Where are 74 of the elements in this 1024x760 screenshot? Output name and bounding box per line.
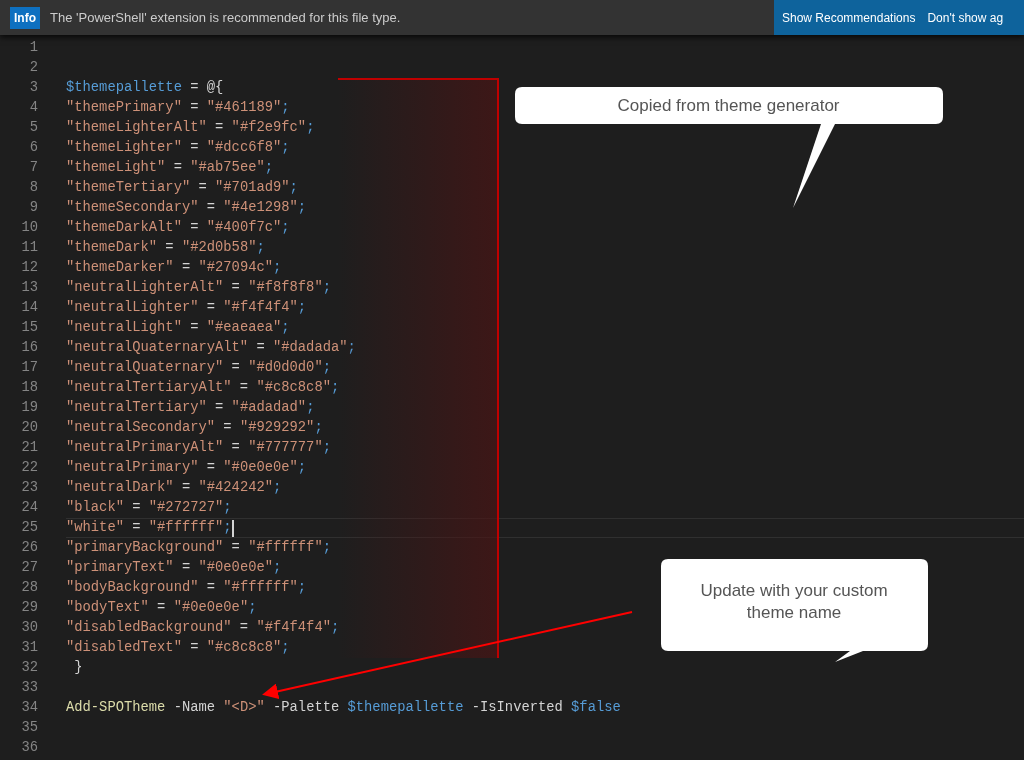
text-cursor — [231, 519, 234, 537]
code-line: } — [73, 658, 83, 677]
line-number: 9 — [28, 198, 38, 217]
code-line: "themePrimary" = "#461189"; — [66, 98, 290, 117]
code-line: "neutralQuaternary" = "#d0d0d0"; — [66, 358, 331, 377]
line-number: 35 — [20, 718, 38, 737]
code-line: "themeLight" = "#ab75ee"; — [66, 158, 273, 177]
notification-action[interactable]: Don't show ag — [927, 8, 1004, 27]
line-number: 22 — [20, 458, 38, 477]
code-line: Add-SPOTheme -Name "<D>" -Palette $themepallette -IsInverted $false — [66, 698, 621, 717]
notification-action[interactable]: Show Recommendations — [782, 8, 916, 27]
code-line: "neutralQuaternaryAlt" = "#dadada"; — [66, 338, 356, 357]
line-number: 10 — [20, 218, 38, 237]
line-number: 4 — [28, 98, 38, 117]
line-number: 6 — [28, 138, 38, 157]
line-number: 17 — [20, 358, 38, 377]
code-line: "black" = "#272727"; — [66, 498, 232, 517]
callout-text: Copied from theme generator — [616, 95, 841, 117]
line-number: 36 — [20, 738, 38, 757]
code-line: "themeDarker" = "#27094c"; — [66, 258, 282, 277]
code-line: "neutralTertiary" = "#adadad"; — [66, 398, 315, 417]
code-line: "white" = "#ffffff"; — [66, 518, 232, 537]
code-line: "themeDarkAlt" = "#400f7c"; — [66, 218, 290, 237]
code-line: "themeTertiary" = "#701ad9"; — [66, 178, 298, 197]
line-number: 16 — [20, 338, 38, 357]
line-number: 32 — [20, 658, 38, 677]
code-line: "neutralLighter" = "#f4f4f4"; — [66, 298, 307, 317]
code-line: "themeLighter" = "#dcc6f8"; — [66, 138, 290, 157]
code-line: $themepallette = @{ — [66, 78, 224, 97]
code-line: "neutralPrimaryAlt" = "#777777"; — [66, 438, 331, 457]
line-number: 14 — [20, 298, 38, 317]
info-badge: Info — [10, 6, 40, 29]
code-line: "neutralTertiaryAlt" = "#c8c8c8"; — [66, 378, 340, 397]
line-number: 19 — [20, 398, 38, 417]
code-line: "neutralLighterAlt" = "#f8f8f8"; — [66, 278, 331, 297]
line-number: 7 — [28, 158, 38, 177]
line-number: 13 — [20, 278, 38, 297]
code-line: "primaryText" = "#0e0e0e"; — [66, 558, 282, 577]
code-line: "themeDark" = "#2d0b58"; — [66, 238, 265, 257]
callout-text: Update with your custom theme name — [700, 580, 888, 624]
line-number: 34 — [20, 698, 38, 717]
line-number: 5 — [28, 118, 38, 137]
line-number: 20 — [20, 418, 38, 437]
code-line: "themeLighterAlt" = "#f2e9fc"; — [66, 118, 315, 137]
line-number: 27 — [20, 558, 38, 577]
line-number: 18 — [20, 378, 38, 397]
code-line: "disabledBackground" = "#f4f4f4"; — [66, 618, 340, 637]
code-line: "neutralSecondary" = "#929292"; — [66, 418, 323, 437]
line-number: 8 — [28, 178, 38, 197]
code-line: "bodyText" = "#0e0e0e"; — [66, 598, 257, 617]
code-line: "neutralPrimary" = "#0e0e0e"; — [66, 458, 307, 477]
line-number: 15 — [20, 318, 38, 337]
line-number: 28 — [20, 578, 38, 597]
code-line: "themeSecondary" = "#4e1298"; — [66, 198, 307, 217]
line-number: 33 — [20, 678, 38, 697]
line-number: 30 — [20, 618, 38, 637]
line-number: 21 — [20, 438, 38, 457]
line-number: 3 — [28, 78, 38, 97]
line-number: 25 — [20, 518, 38, 537]
code-line: "primaryBackground" = "#ffffff"; — [66, 538, 331, 557]
line-number: 26 — [20, 538, 38, 557]
code-line: "bodyBackground" = "#ffffff"; — [66, 578, 307, 597]
code-line: "neutralDark" = "#424242"; — [66, 478, 282, 497]
line-number: 31 — [20, 638, 38, 657]
line-number: 24 — [20, 498, 38, 517]
line-number: 2 — [28, 58, 38, 77]
line-number: 11 — [20, 238, 38, 257]
line-number: 12 — [20, 258, 38, 277]
line-number: 23 — [20, 478, 38, 497]
code-line: "neutralLight" = "#eaeaea"; — [66, 318, 290, 337]
notification-message: The 'PowerShell' extension is recommended for this file type. — [50, 8, 401, 27]
line-number: 29 — [20, 598, 38, 617]
line-number: 1 — [28, 38, 38, 57]
code-line: "disabledText" = "#c8c8c8"; — [66, 638, 290, 657]
